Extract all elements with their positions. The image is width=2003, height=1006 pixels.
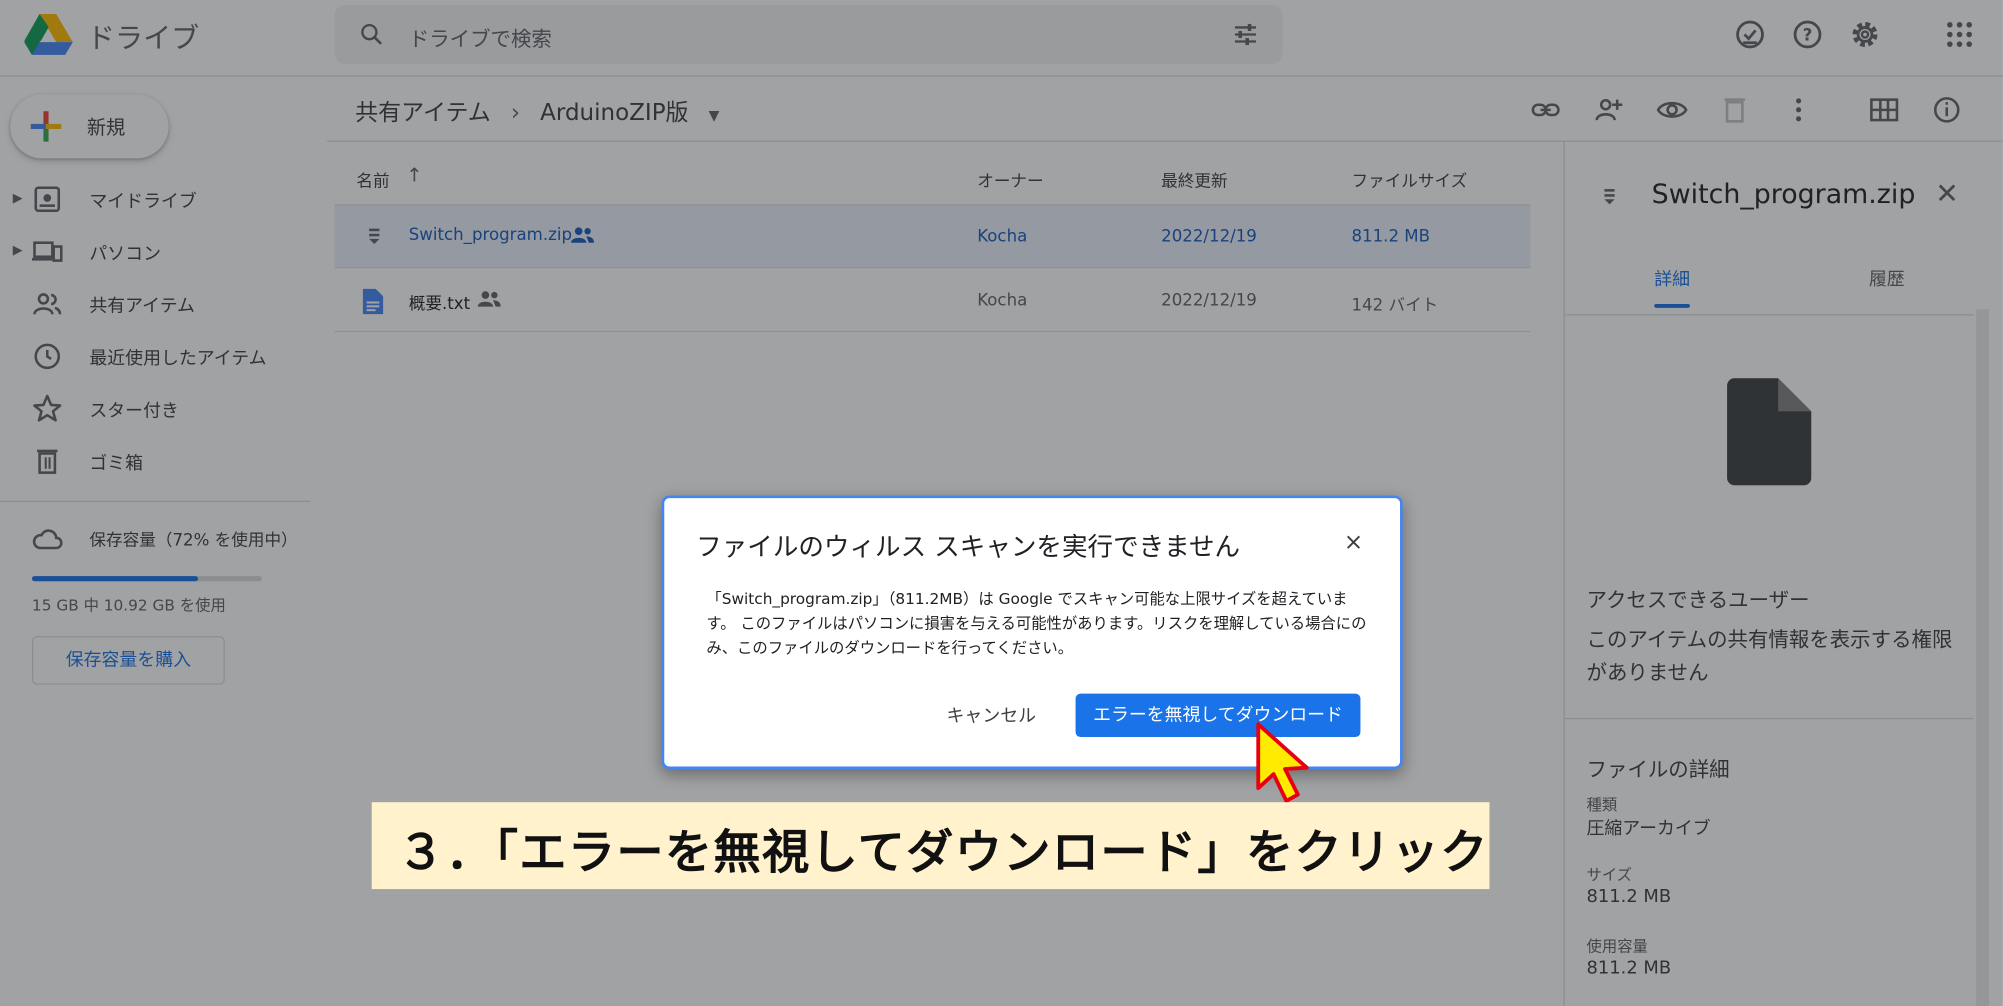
download-anyway-button[interactable]: エラーを無視してダウンロード <box>1075 693 1361 738</box>
cancel-button[interactable]: キャンセル <box>926 696 1056 737</box>
drive-window: ドライブ ドライブで検索 ? 新規 ▶ マイドライブ ▶ パソコン 共有アイテム… <box>0 0 2003 1006</box>
dialog-close-icon[interactable]: × <box>1344 529 1363 556</box>
dialog-body: 「Switch_program.zip」（811.2MB）は Google でス… <box>706 590 1367 657</box>
cursor-pointer-icon <box>1256 722 1309 803</box>
instruction-text: ３．「エラーを無視してダウンロード」をクリック <box>397 825 1489 881</box>
instruction-callout: ３．「エラーを無視してダウンロード」をクリック <box>371 802 1490 890</box>
dialog-title: ファイルのウィルス スキャンを実行できません <box>696 531 1241 563</box>
